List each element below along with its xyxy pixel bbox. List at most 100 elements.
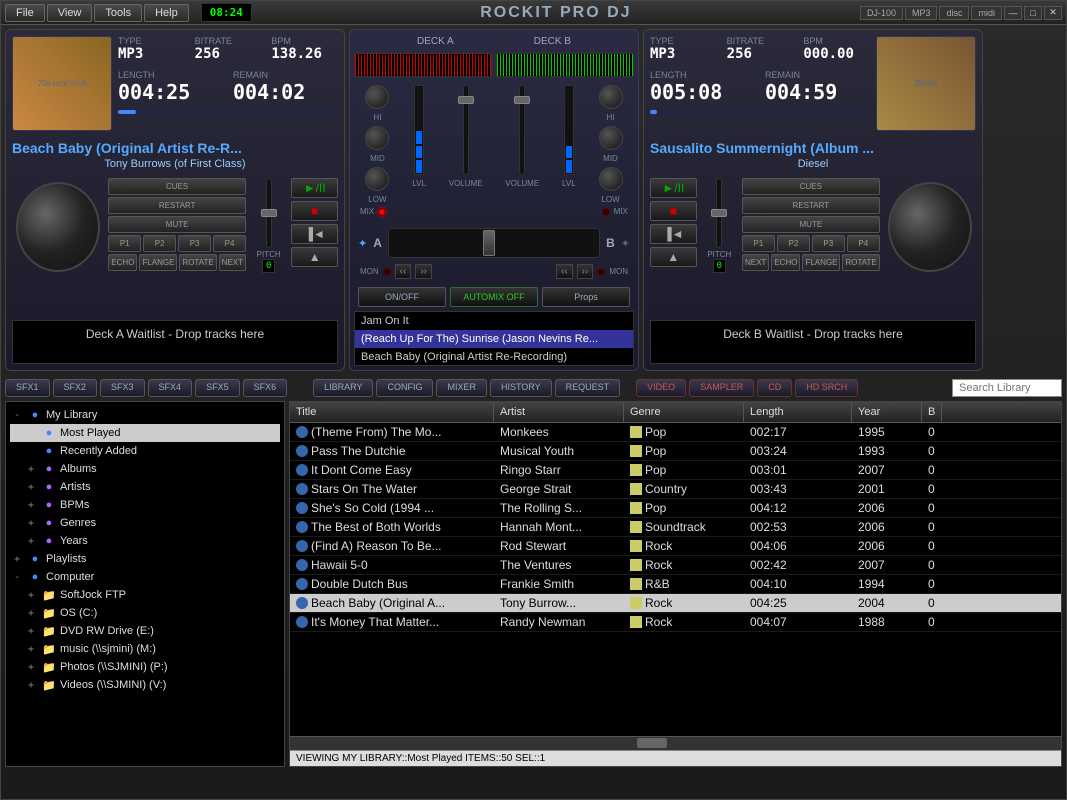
automix-props-button[interactable]: Props: [542, 287, 630, 307]
tree-item[interactable]: -●My Library: [10, 406, 280, 424]
deck-b-cue-button[interactable]: ▐◄: [650, 224, 697, 244]
fwd-a[interactable]: ››: [415, 264, 432, 279]
library-tree[interactable]: -●My Library●Most Played●Recently Added+…: [5, 401, 285, 767]
tab-button[interactable]: REQUEST: [555, 379, 621, 397]
flange-button[interactable]: FLANGE: [139, 254, 177, 271]
deck-b-play-button[interactable]: ►/II: [650, 178, 697, 198]
table-row[interactable]: Beach Baby (Original A...Tony Burrow...R…: [290, 594, 1061, 613]
p4-button[interactable]: P4: [213, 235, 246, 252]
table-row[interactable]: It Dont Come EasyRingo StarrPop003:01200…: [290, 461, 1061, 480]
deck-a-progress[interactable]: [118, 110, 338, 114]
p2-button[interactable]: P2: [777, 235, 810, 252]
table-row[interactable]: Pass The DutchieMusical YouthPop003:2419…: [290, 442, 1061, 461]
deck-a-stop-button[interactable]: ■: [291, 201, 338, 221]
eq-a-hi-knob[interactable]: [365, 85, 389, 109]
tree-item[interactable]: +●Albums: [10, 460, 280, 478]
tree-item[interactable]: +📁music (\\sjmini) (M:): [10, 640, 280, 658]
eq-b-hi-knob[interactable]: [599, 85, 623, 109]
table-row[interactable]: It's Money That Matter...Randy NewmanRoc…: [290, 613, 1061, 632]
table-row[interactable]: She's So Cold (1994 ...The Rolling S...P…: [290, 499, 1061, 518]
cues-button[interactable]: CUES: [742, 178, 880, 195]
eq-a-low-knob[interactable]: [365, 167, 389, 191]
table-row[interactable]: (Theme From) The Mo...MonkeesPop002:1719…: [290, 423, 1061, 442]
deck-a-eject-button[interactable]: ▲: [291, 247, 338, 267]
mute-button[interactable]: MUTE: [742, 216, 880, 233]
table-row[interactable]: The Best of Both WorldsHannah Mont...Sou…: [290, 518, 1061, 537]
sfx-button[interactable]: SFX4: [148, 379, 193, 397]
deck-b-pitch-slider[interactable]: [716, 178, 722, 248]
p3-button[interactable]: P3: [178, 235, 211, 252]
rew-b[interactable]: ‹‹: [556, 264, 573, 279]
automix-status-button[interactable]: AUTOMIX OFF: [450, 287, 538, 307]
flange-button[interactable]: FLANGE: [802, 254, 840, 271]
eq-b-low-knob[interactable]: [599, 167, 623, 191]
deck-b-progress[interactable]: [650, 110, 870, 114]
p3-button[interactable]: P3: [812, 235, 845, 252]
queue-item[interactable]: (Reach Up For The) Sunrise (Jason Nevins…: [355, 330, 633, 348]
tab-button[interactable]: VIDEO: [636, 379, 686, 397]
tab-button[interactable]: CONFIG: [376, 379, 433, 397]
col-b[interactable]: B: [922, 402, 942, 422]
table-row[interactable]: Double Dutch BusFrankie SmithR&B004:1019…: [290, 575, 1061, 594]
horizontal-scrollbar[interactable]: [290, 736, 1061, 750]
col-genre[interactable]: Genre: [624, 402, 744, 422]
deck-b-waitlist[interactable]: Deck B Waitlist - Drop tracks here: [650, 320, 976, 364]
next-button[interactable]: NEXT: [742, 254, 769, 271]
queue-item[interactable]: Jam On It: [355, 312, 633, 330]
table-body[interactable]: (Theme From) The Mo...MonkeesPop002:1719…: [290, 423, 1061, 736]
deck-a-cue-button[interactable]: ▐◄: [291, 224, 338, 244]
p1-button[interactable]: P1: [108, 235, 141, 252]
maximize-button[interactable]: □: [1024, 6, 1042, 20]
deck-a-waitlist[interactable]: Deck A Waitlist - Drop tracks here: [12, 320, 338, 364]
deck-b-stop-button[interactable]: ■: [650, 201, 697, 221]
tab-button[interactable]: HD SRCH: [795, 379, 858, 397]
deck-a-jogwheel[interactable]: [16, 182, 100, 272]
tree-item[interactable]: ●Most Played: [10, 424, 280, 442]
tree-item[interactable]: +●Artists: [10, 478, 280, 496]
deck-b-jogwheel[interactable]: [888, 182, 972, 272]
tree-item[interactable]: +📁OS (C:): [10, 604, 280, 622]
sfx-button[interactable]: SFX5: [195, 379, 240, 397]
table-row[interactable]: Stars On The WaterGeorge StraitCountry00…: [290, 480, 1061, 499]
volume-b-slider[interactable]: [519, 85, 525, 175]
deck-a-play-button[interactable]: ►/II: [291, 178, 338, 198]
tree-item[interactable]: +📁SoftJock FTP: [10, 586, 280, 604]
p2-button[interactable]: P2: [143, 235, 176, 252]
p4-button[interactable]: P4: [847, 235, 880, 252]
tree-item[interactable]: +●Genres: [10, 514, 280, 532]
mute-button[interactable]: MUTE: [108, 216, 246, 233]
tree-item[interactable]: +●Years: [10, 532, 280, 550]
rotate-button[interactable]: ROTATE: [842, 254, 879, 271]
sfx-button[interactable]: SFX6: [243, 379, 288, 397]
deck-b-eject-button[interactable]: ▲: [650, 247, 697, 267]
fwd-b[interactable]: ››: [577, 264, 594, 279]
automix-queue[interactable]: Jam On It (Reach Up For The) Sunrise (Ja…: [354, 311, 634, 366]
restart-button[interactable]: RESTART: [108, 197, 246, 214]
tree-item[interactable]: +●BPMs: [10, 496, 280, 514]
eq-a-mid-knob[interactable]: [365, 126, 389, 150]
crossfader[interactable]: [388, 228, 600, 258]
restart-button[interactable]: RESTART: [742, 197, 880, 214]
sfx-button[interactable]: SFX2: [53, 379, 98, 397]
menu-tools[interactable]: Tools: [94, 4, 142, 22]
menu-help[interactable]: Help: [144, 4, 189, 22]
next-button[interactable]: NEXT: [219, 254, 246, 271]
search-input[interactable]: [952, 379, 1062, 397]
tree-item[interactable]: +●Playlists: [10, 550, 280, 568]
tree-item[interactable]: +📁Photos (\\SJMINI) (P:): [10, 658, 280, 676]
table-row[interactable]: (Find A) Reason To Be...Rod StewartRock0…: [290, 537, 1061, 556]
tree-item[interactable]: -●Computer: [10, 568, 280, 586]
echo-button[interactable]: ECHO: [771, 254, 800, 271]
tab-button[interactable]: SAMPLER: [689, 379, 754, 397]
col-year[interactable]: Year: [852, 402, 922, 422]
echo-button[interactable]: ECHO: [108, 254, 137, 271]
queue-item[interactable]: Beach Baby (Original Artist Re-Recording…: [355, 348, 633, 366]
eq-b-mid-knob[interactable]: [599, 126, 623, 150]
automix-onoff-button[interactable]: ON/OFF: [358, 287, 446, 307]
tree-item[interactable]: ●Recently Added: [10, 442, 280, 460]
tab-button[interactable]: MIXER: [436, 379, 487, 397]
sfx-button[interactable]: SFX3: [100, 379, 145, 397]
rotate-button[interactable]: ROTATE: [179, 254, 216, 271]
p1-button[interactable]: P1: [742, 235, 775, 252]
deck-a-pitch-slider[interactable]: [266, 178, 272, 248]
